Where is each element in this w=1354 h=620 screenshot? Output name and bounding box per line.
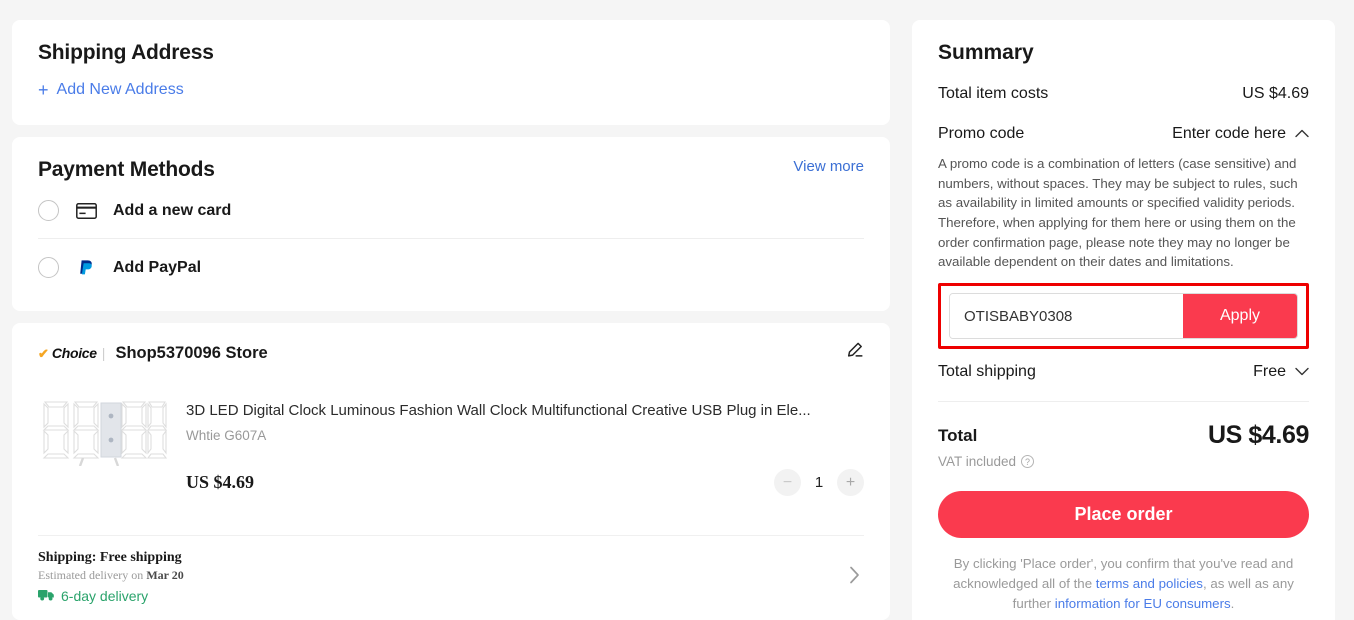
vat-note: VAT included ? [938,454,1309,469]
view-more-link[interactable]: View more [793,158,864,175]
total-shipping-label: Total shipping [938,363,1036,381]
promo-code-row[interactable]: Promo code Enter code here [938,125,1309,143]
radio-paypal[interactable] [38,257,59,278]
edit-pencil-icon[interactable] [845,341,864,365]
summary-divider [938,401,1309,402]
credit-card-icon [73,201,99,221]
summary-card: Summary Total item costs US $4.69 Promo … [912,20,1335,620]
total-item-costs-row: Total item costs US $4.69 [938,85,1309,103]
total-shipping-value-group[interactable]: Free [1253,363,1309,381]
quantity-decrease-button[interactable]: − [774,469,801,496]
estimated-delivery-date: Mar 20 [146,568,183,582]
quantity-increase-button[interactable]: + [837,469,864,496]
estimated-delivery-prefix: Estimated delivery on [38,568,146,582]
product-title[interactable]: 3D LED Digital Clock Luminous Fashion Wa… [186,401,862,421]
total-shipping-value: Free [1253,363,1286,381]
total-row: Total US $4.69 [938,421,1309,450]
promo-code-action-label: Enter code here [1172,125,1286,143]
delivery-speed: 6-day delivery [38,588,849,604]
promo-code-label: Promo code [938,125,1024,143]
choice-badge-label: Choice [52,345,97,361]
payment-option-new-card[interactable]: Add a new card [38,182,864,238]
total-label: Total [938,426,977,446]
shipping-footer-text: Shipping: Free shipping Estimated delive… [38,550,849,604]
plus-icon: + [38,81,49,99]
check-icon: ✔ [38,347,49,360]
product-price: US $4.69 [186,472,254,493]
paypal-icon [73,258,99,278]
total-value: US $4.69 [1208,421,1309,450]
left-column: Shipping Address + Add New Address Payme… [12,20,890,620]
promo-input-group: Apply [949,293,1298,339]
shipping-address-title: Shipping Address [38,41,864,65]
chevron-right-icon[interactable] [849,566,864,589]
payment-methods-card: Payment Methods View more Add a new card [12,137,890,311]
product-info: 3D LED Digital Clock Luminous Fashion Wa… [186,379,864,496]
promo-input-highlight: Apply [938,283,1309,349]
shipping-address-card: Shipping Address + Add New Address [12,20,890,125]
total-shipping-row[interactable]: Total shipping Free [938,363,1309,381]
shipping-footer[interactable]: Shipping: Free shipping Estimated delive… [38,535,864,620]
total-block: Total US $4.69 VAT included ? [938,421,1309,469]
eu-consumers-link[interactable]: information for EU consumers [1055,596,1231,611]
promo-code-input[interactable] [950,294,1183,338]
place-order-button[interactable]: Place order [938,491,1309,538]
payment-option-label: Add a new card [113,202,231,220]
payment-methods-title: Payment Methods [38,158,215,182]
order-item-card: ✔ Choice | Shop5370096 Store [12,323,890,620]
price-and-qty-row: US $4.69 − 1 + [186,469,864,496]
store-name[interactable]: Shop5370096 Store [115,344,267,363]
payment-methods-header: Payment Methods View more [38,158,864,182]
estimated-delivery: Estimated delivery on Mar 20 [38,568,849,583]
payment-option-label: Add PayPal [113,259,201,277]
total-item-costs-label: Total item costs [938,85,1048,103]
product-thumbnail[interactable] [38,379,168,475]
quantity-stepper: − 1 + [774,469,864,496]
total-item-costs-value: US $4.69 [1242,85,1309,103]
apply-promo-button[interactable]: Apply [1183,294,1297,338]
checkout-page: Shipping Address + Add New Address Payme… [0,0,1354,620]
quantity-value: 1 [813,474,825,491]
chevron-down-icon [1295,363,1309,381]
vat-label: VAT included [938,454,1016,469]
radio-new-card[interactable] [38,200,59,221]
choice-badge: ✔ Choice | [38,345,105,361]
help-icon[interactable]: ? [1021,455,1034,468]
truck-icon [38,588,55,604]
divider-bar: | [102,345,106,361]
chevron-up-icon [1295,125,1309,143]
add-new-address-button[interactable]: + Add New Address [38,81,184,99]
payment-option-paypal[interactable]: Add PayPal [38,238,864,295]
promo-code-description: A promo code is a combination of letters… [938,154,1309,272]
store-row: ✔ Choice | Shop5370096 Store [38,341,864,365]
terms-and-policies-link[interactable]: terms and policies [1096,576,1203,591]
shipping-line: Shipping: Free shipping [38,550,849,566]
delivery-speed-label: 6-day delivery [61,588,148,604]
add-new-address-label: Add New Address [57,81,184,99]
terms-disclaimer: By clicking 'Place order', you confirm t… [938,554,1309,614]
terms-text-part3: . [1231,596,1235,611]
promo-code-toggle[interactable]: Enter code here [1172,125,1309,143]
product-variant: Whtie G607A [186,428,864,443]
product-row: 3D LED Digital Clock Luminous Fashion Wa… [38,379,864,496]
right-column: Summary Total item costs US $4.69 Promo … [912,20,1335,620]
summary-title: Summary [938,41,1309,65]
